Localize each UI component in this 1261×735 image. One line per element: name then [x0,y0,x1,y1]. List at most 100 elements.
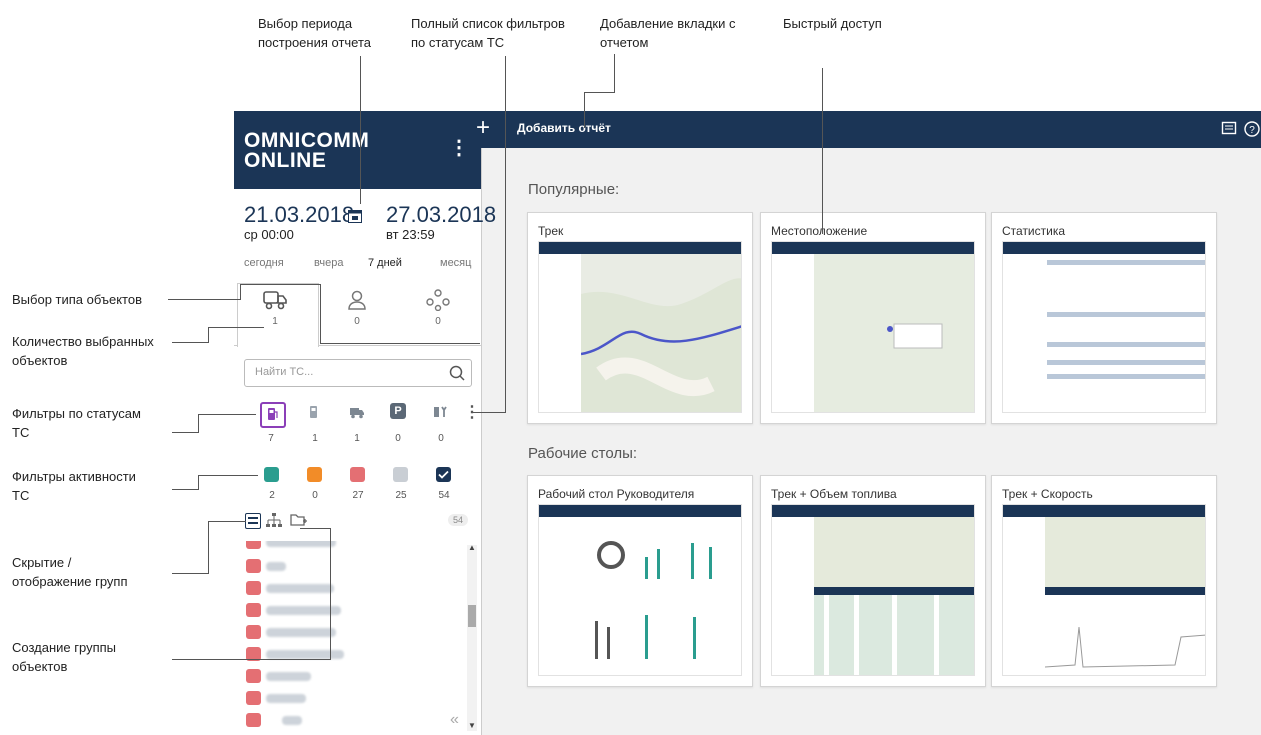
activity-count: 25 [395,490,407,501]
report-card-statistics[interactable]: Статистика [991,212,1217,424]
filter-fuel-station[interactable] [260,402,286,428]
activity-count: 54 [438,490,450,501]
callout-filters-full: Полный список фильтров по статусам ТС [411,16,565,50]
leader-line [208,327,264,328]
card-title: Статистика [1002,224,1066,238]
truck-icon [263,291,287,310]
filter-service[interactable] [430,404,452,426]
period-today[interactable]: сегодня [244,257,284,269]
calendar-icon[interactable] [348,209,362,223]
filter-moving[interactable] [346,404,368,426]
report-card-location[interactable]: Местоположение [760,212,986,424]
activity-count: 2 [269,490,275,501]
desk-card-track-speed[interactable]: Трек + Скорость [991,475,1217,687]
messages-icon[interactable] [1221,121,1237,142]
scroll-down-icon[interactable]: ▼ [468,721,476,730]
search-placeholder: Найти ТС... [255,366,314,378]
service-icon [434,406,447,417]
list-item[interactable] [246,559,366,573]
leader-line [360,56,361,204]
date-to[interactable]: 27.03.2018 [386,202,496,228]
table-preview [1045,254,1205,412]
group-icon [426,289,450,312]
leader-line [320,284,321,344]
desk-card-track-fuel[interactable]: Трек + Объем топлива [760,475,986,687]
tab-groups[interactable]: 0 [403,289,473,349]
leader-line [208,521,246,522]
fuel-icon [310,406,317,418]
card-preview [538,241,742,413]
leader-line [172,432,198,433]
scroll-up-icon[interactable]: ▲ [468,543,476,552]
desk-card-manager[interactable]: Рабочий стол Руководителя [527,475,753,687]
leader-line [330,528,331,660]
groups-tree-icon[interactable] [266,512,282,533]
brand-header: OMNICOMM ONLINE ⋮ [234,111,481,189]
activity-filter-green[interactable] [264,467,279,482]
period-yesterday[interactable]: вчера [314,257,343,269]
search-input[interactable]: Найти ТС... [244,359,472,387]
map-preview [814,254,974,412]
list-item[interactable] [246,713,366,727]
help-icon[interactable]: ? [1244,121,1260,142]
collapse-icon[interactable]: « [450,711,459,729]
truck-moving-icon [350,408,364,419]
card-title: Трек + Объем топлива [771,487,897,501]
list-view-icon[interactable] [245,513,261,529]
activity-filter-orange[interactable] [307,467,322,482]
card-preview [1002,241,1206,413]
list-item[interactable] [246,669,366,683]
report-card-track[interactable]: Трек [527,212,753,424]
list-item[interactable] [246,691,366,705]
tab-drivers[interactable]: 0 [322,289,392,349]
total-count-badge: 54 [448,514,469,526]
leader-line [240,284,320,285]
tab-vehicles-count: 1 [272,316,278,327]
filter-fuel[interactable] [304,404,326,426]
filter-count: 0 [395,433,401,444]
period-month[interactable]: месяц [440,257,471,269]
leader-line [168,299,240,300]
add-tab-plus-icon[interactable]: + [476,114,490,142]
fuel-station-icon [268,408,278,420]
time-from: ср 00:00 [244,227,294,242]
list-item[interactable] [246,625,366,639]
list-item[interactable] [246,603,366,617]
sidebar: OMNICOMM ONLINE ⋮ 21.03.2018 ср 00:00 27… [234,111,496,735]
activity-filter-all[interactable] [436,467,451,482]
leader-line [172,489,198,490]
add-report-tab[interactable]: Добавить отчёт [517,121,611,135]
leader-line [472,412,506,413]
tab-groups-count: 0 [435,316,441,327]
add-group-icon[interactable] [290,512,308,533]
leader-line [320,343,480,344]
date-from[interactable]: 21.03.2018 [244,202,354,228]
activity-filter-red[interactable] [350,467,365,482]
card-title: Местоположение [771,224,868,238]
tab-vehicles[interactable]: 1 [240,289,310,349]
parking-icon[interactable]: P [390,403,406,419]
leader-line [198,414,199,433]
scrollbar-thumb[interactable] [468,605,476,627]
menu-kebab-icon[interactable]: ⋮ [449,135,469,160]
callout-groups-toggle: Скрытие / отображение групп [12,555,128,589]
app-window: OMNICOMM ONLINE ⋮ 21.03.2018 ср 00:00 27… [234,111,1261,735]
list-item[interactable] [246,541,366,549]
map-chart-preview [1045,517,1205,675]
filter-count: 0 [438,433,444,444]
scrollbar[interactable]: ▲ ▼ [467,543,477,731]
list-item[interactable] [246,581,366,595]
card-preview [771,241,975,413]
period-7days[interactable]: 7 дней [368,257,402,269]
callout-period: Выбор периода построения отчета [258,16,372,50]
leader-line [822,68,823,234]
object-list: ▲ ▼ « [234,541,481,735]
card-preview [538,504,742,676]
callout-activity-filters: Фильтры активности ТС [12,469,136,503]
card-title: Трек + Скорость [1002,487,1093,501]
search-icon[interactable] [449,365,465,381]
activity-filter-gray[interactable] [393,467,408,482]
time-to: вт 23:59 [386,227,435,242]
activity-count: 27 [352,490,364,501]
map-preview [581,254,741,412]
